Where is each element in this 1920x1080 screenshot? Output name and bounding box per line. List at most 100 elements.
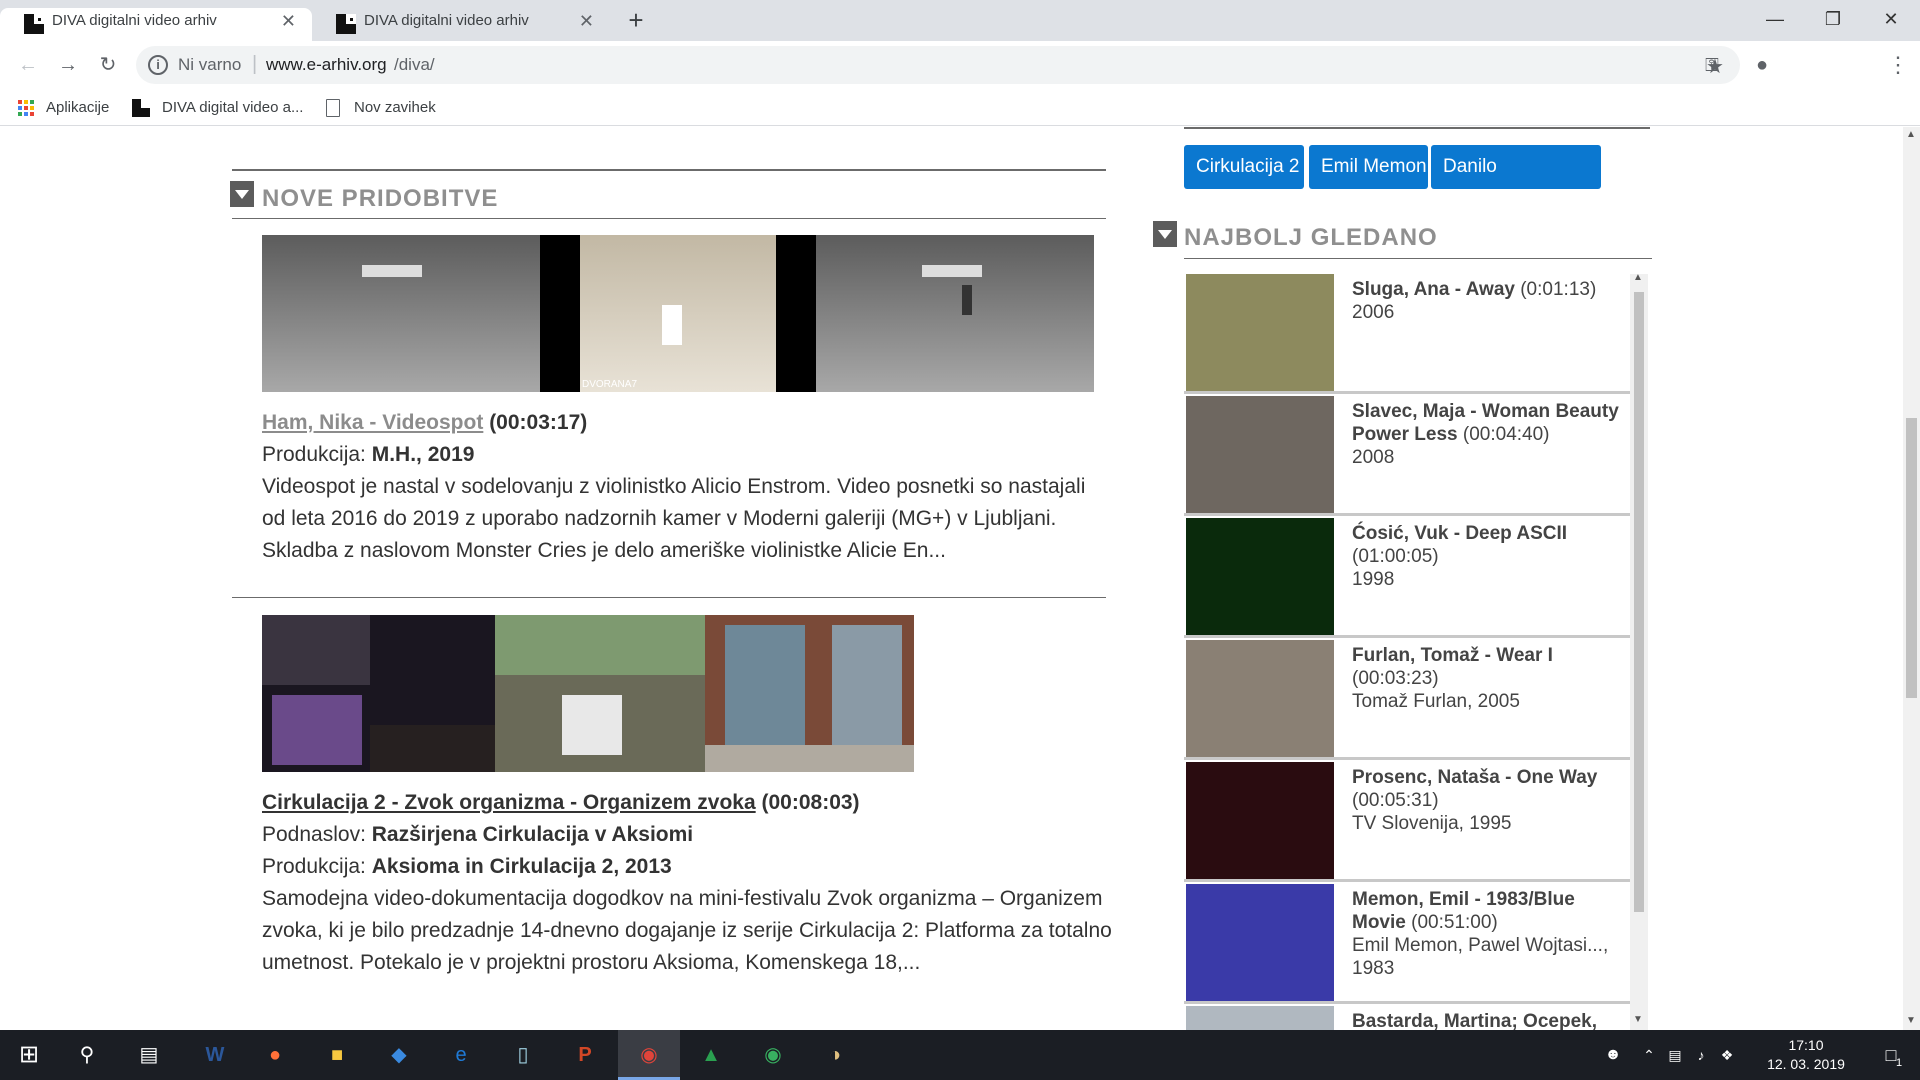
apps-grid-icon: [18, 100, 34, 116]
info-icon[interactable]: i: [148, 55, 168, 75]
video-item-2-production: Produkcija: Aksioma in Cirkulacija 2, 20…: [262, 851, 1112, 883]
edge-icon[interactable]: e: [436, 1030, 486, 1080]
notification-icon[interactable]: □ 1: [1866, 1030, 1916, 1080]
reload-icon[interactable]: ↻: [92, 49, 124, 81]
list-scrollbar-thumb[interactable]: [1634, 292, 1644, 912]
account-icon[interactable]: ●: [1746, 49, 1778, 81]
list-item[interactable]: Furlan, Tomaž - Wear I (00:03:23) Tomaž F…: [1184, 640, 1630, 760]
dropbox-icon[interactable]: ❖: [1714, 1030, 1740, 1080]
close-window-icon[interactable]: ✕: [1862, 0, 1920, 41]
video-item-1-description: Videospot je nastal v sodelovanju z viol…: [262, 475, 1086, 562]
most-viewed-list[interactable]: Sluga, Ana - Away (0:01:13) 2006 Slavec, …: [1184, 274, 1654, 1030]
list-item[interactable]: Prosenc, Nataša - One Way (00:05:31) TV S…: [1184, 762, 1630, 882]
video-thumbnail[interactable]: [1186, 762, 1334, 879]
toolbar: ← → ↻ i Ni varno | www.e-arhiv.org /diva…: [0, 41, 1920, 89]
minimize-icon[interactable]: —: [1746, 0, 1804, 41]
item-duration: (00:05:31): [1352, 790, 1439, 811]
field-value: M.H.: [371, 443, 417, 466]
taskbar: ⊞ ⚲ ▤ W ● ■ ◆ e ▯ P ◉ ▲ ◉ ◑ ☻ ⌃ ▤ ♪ ❖ 17…: [0, 1030, 1920, 1080]
notes-icon[interactable]: ▯: [498, 1030, 548, 1080]
app-icon[interactable]: ▲: [686, 1030, 736, 1080]
firefox-icon[interactable]: ●: [250, 1030, 300, 1080]
video-thumbnail[interactable]: [1186, 640, 1334, 757]
tab-diva-1[interactable]: DIVA digitalni video arhiv ✕: [0, 8, 312, 41]
video-thumbnail[interactable]: [1186, 884, 1334, 1001]
video-thumbnail[interactable]: [1186, 396, 1334, 513]
item-duration: (0:01:13): [1520, 279, 1597, 300]
app-icon[interactable]: ◉: [748, 1030, 798, 1080]
list-item[interactable]: Memon, Emil - 1983/Blue Movie (00:51:00)…: [1184, 884, 1630, 1004]
scroll-up-icon[interactable]: ▲: [1906, 129, 1916, 140]
item-title: Bastarda, Martina; Ocepek,: [1352, 1011, 1597, 1030]
menu-icon[interactable]: ⋮: [1882, 49, 1914, 81]
field-value: Razširjena Cirkulacija v Aksiomi: [371, 823, 694, 846]
file-explorer-icon[interactable]: ■: [312, 1030, 362, 1080]
page-scrollbar[interactable]: ▲ ▼: [1903, 127, 1920, 1030]
divider: [1184, 127, 1650, 129]
video-item-1-title-line: Ham, Nika - Videospot (00:03:17): [262, 407, 1112, 439]
scroll-down-icon[interactable]: ▼: [1633, 1014, 1643, 1025]
video-item-2-title-line: Cirkulacija 2 - Zvok organizma - Organiz…: [262, 787, 1112, 819]
video-thumbnail[interactable]: [1186, 1006, 1334, 1030]
powerpoint-icon[interactable]: P: [560, 1030, 610, 1080]
app-icon[interactable]: ◆: [374, 1030, 424, 1080]
chrome-icon[interactable]: ◉: [618, 1030, 680, 1080]
list-item[interactable]: Sluga, Ana - Away (0:01:13) 2006: [1184, 274, 1630, 394]
item-duration: (00:04:40): [1462, 424, 1550, 445]
page-scrollbar-thumb[interactable]: [1906, 418, 1917, 698]
clock[interactable]: 17:10 12. 03. 2019: [1750, 1036, 1862, 1074]
divider: [1184, 258, 1652, 259]
scroll-up-icon[interactable]: ▲: [1633, 274, 1643, 283]
collapse-toggle-icon[interactable]: [1153, 221, 1177, 247]
video-thumbnail[interactable]: [262, 615, 914, 772]
task-view-icon[interactable]: ▤: [124, 1030, 174, 1080]
page-viewport: NOVE PRIDOBITVE DVORANA7 Ham, Nika - Vid…: [0, 127, 1920, 1030]
list-item[interactable]: Slavec, Maja - Woman Beauty Power Less (…: [1184, 396, 1630, 516]
search-icon[interactable]: ⚲: [62, 1030, 112, 1080]
word-icon[interactable]: W: [190, 1030, 240, 1080]
network-icon[interactable]: ▤: [1662, 1030, 1688, 1080]
list-item-text: Prosenc, Nataša - One Way (00:05:31) TV S…: [1352, 766, 1626, 835]
restore-icon[interactable]: ❐: [1804, 0, 1862, 41]
video-thumbnail[interactable]: DVORANA7: [262, 235, 1094, 392]
tag-cirkulacija-2[interactable]: Cirkulacija 2: [1184, 145, 1304, 189]
start-windows-icon[interactable]: ⊞: [4, 1030, 54, 1080]
volume-icon[interactable]: ♪: [1688, 1030, 1714, 1080]
collapse-toggle-icon[interactable]: [230, 181, 254, 207]
list-item-text: Sluga, Ana - Away (0:01:13) 2006: [1352, 278, 1626, 324]
section-heading-najbolj: NAJBOLJ GLEDANO: [1184, 224, 1438, 251]
new-tab-button[interactable]: +: [620, 4, 652, 36]
paint-icon[interactable]: ◑: [810, 1030, 860, 1080]
key-icon[interactable]: ⚿: [1696, 49, 1728, 81]
tab-title: DIVA digitalni video arhiv: [364, 12, 529, 29]
thumbnail-caption: DVORANA7: [582, 379, 637, 390]
people-icon[interactable]: ☻: [1588, 1030, 1638, 1080]
tab-diva-2[interactable]: DIVA digitalni video arhiv ✕: [312, 8, 610, 41]
forward-icon[interactable]: →: [52, 49, 84, 81]
video-thumbnail[interactable]: [1186, 518, 1334, 635]
video-thumbnail[interactable]: [1186, 274, 1334, 391]
video-item-2-subtitle: Podnaslov: Razširjena Cirkulacija v Aksi…: [262, 819, 1112, 851]
video-title-link[interactable]: Cirkulacija 2 - Zvok organizma - Organiz…: [262, 791, 756, 814]
list-item[interactable]: Bastarda, Martina; Ocepek,: [1184, 1006, 1630, 1030]
chevron-up-icon[interactable]: ⌃: [1636, 1030, 1662, 1080]
close-tab-icon[interactable]: ✕: [281, 8, 296, 34]
item-title: Furlan, Tomaž - Wear I: [1352, 645, 1553, 666]
list-scrollbar[interactable]: ▲ ▼: [1630, 274, 1648, 1030]
back-icon[interactable]: ←: [12, 49, 44, 81]
scroll-down-icon[interactable]: ▼: [1906, 1015, 1916, 1026]
bookmark-diva[interactable]: DIVA digital video a...: [132, 97, 303, 119]
bookmark-new-tab[interactable]: Nov zavihek: [326, 97, 436, 119]
tag-danilo-milovanovic[interactable]: Danilo Milovanović: [1431, 145, 1601, 221]
url-host: www.e-arhiv.org: [266, 55, 387, 74]
list-item[interactable]: Ćosić, Vuk - Deep ASCII (01:00:05) 1998: [1184, 518, 1630, 638]
bookmark-label: Nov zavihek: [354, 99, 436, 116]
close-tab-icon[interactable]: ✕: [579, 8, 594, 34]
clock-time: 17:10: [1788, 1037, 1824, 1053]
divider: [232, 169, 1106, 171]
video-title-link[interactable]: Ham, Nika - Videospot: [262, 411, 483, 434]
bookmark-apps[interactable]: Aplikacije: [18, 97, 109, 119]
tag-emil-memon[interactable]: Emil Memon: [1309, 145, 1428, 189]
address-bar[interactable]: i Ni varno | www.e-arhiv.org /diva/ ★: [136, 46, 1740, 84]
item-title: Sluga, Ana - Away: [1352, 279, 1515, 300]
